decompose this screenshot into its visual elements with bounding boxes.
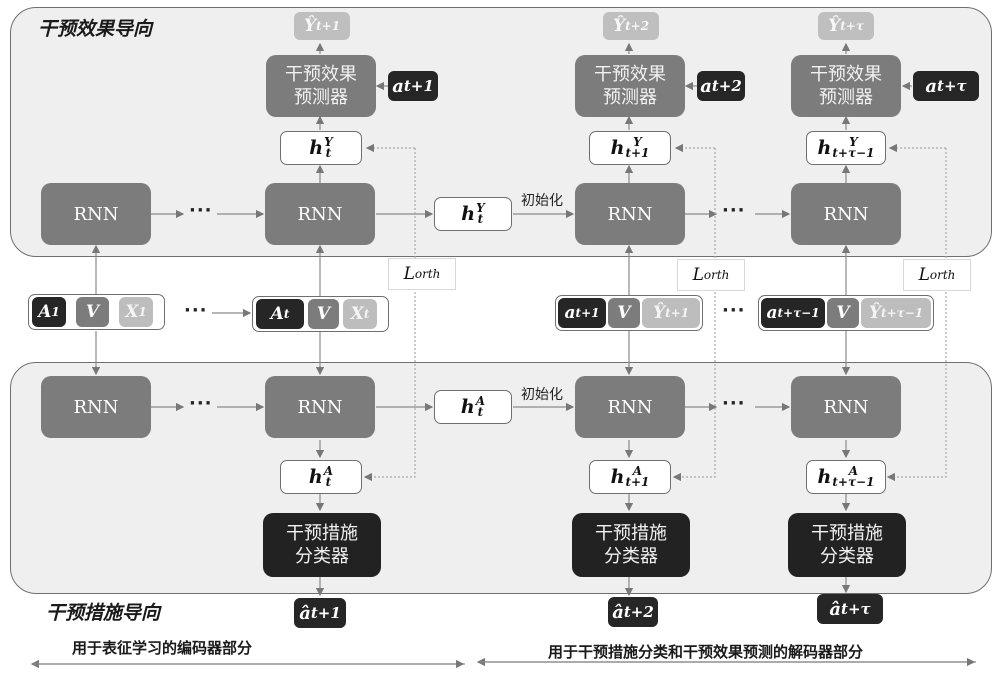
treatment-classifier-2: 干预措施 分类器: [572, 513, 690, 577]
action-chip: a t+1: [558, 298, 606, 328]
orthogonal-loss-2: Lorth: [677, 259, 745, 291]
outcome-hidden-t: hYt: [280, 131, 362, 165]
encoder-rnn-treatment-t: RNN: [265, 376, 375, 438]
outcome-output-1: Ŷt+1: [294, 12, 350, 40]
encoder-section-label: 用于表征学习的编码器部分: [72, 639, 253, 657]
init-hidden-outcome: hYt: [434, 197, 512, 231]
treatment-chip: A1: [32, 297, 66, 327]
static-covariate-chip: V: [608, 298, 640, 328]
orthogonal-loss-1: Lorth: [388, 258, 456, 290]
decoder-section-label: 用于干预措施分类和干预效果预测的解码器部分: [548, 643, 864, 661]
covariate-chip: X1: [119, 297, 153, 327]
outcome-output-3: Ŷt+τ: [818, 12, 874, 40]
treatment-hidden-t: hAt: [280, 460, 362, 494]
input-group-decoder-1: a t+1 V Ŷt+1: [555, 295, 703, 331]
decoder-rnn-outcome-2: RNN: [791, 183, 901, 245]
static-covariate-chip: V: [308, 299, 339, 329]
predictor-action-input-1: a t+1: [388, 71, 438, 101]
init-label-treatment: 初始化: [521, 387, 563, 403]
static-covariate-chip: V: [827, 298, 859, 328]
treatment-hidden-ttau: h At+τ−1: [806, 460, 886, 494]
ellipsis: ···: [189, 393, 213, 414]
ellipsis: ···: [722, 200, 746, 221]
init-hidden-treatment: hAt: [434, 390, 512, 424]
input-group-1: A1 V X1: [28, 294, 165, 330]
encoder-rnn-treatment-1: RNN: [41, 376, 151, 438]
outcome-predictor-3: 干预效果 预测器: [791, 55, 901, 117]
orthogonal-loss-3: Lorth: [903, 259, 971, 291]
treatment-chip: At: [256, 299, 304, 329]
outcome-hidden-ttau: h Yt+τ−1: [806, 131, 886, 165]
classifier-output-1: â t+1: [294, 598, 346, 628]
predictor-action-input-2: a t+2: [697, 71, 745, 101]
predicted-outcome-chip: Ŷt+1: [642, 298, 700, 328]
decoder-rnn-treatment-2: RNN: [791, 376, 901, 438]
outcome-hidden-t1: h Yt+1: [589, 131, 671, 165]
classifier-output-2: â t+2: [608, 597, 658, 627]
static-covariate-chip: V: [76, 297, 109, 327]
encoder-rnn-outcome-t: RNN: [265, 183, 375, 245]
treatment-hidden-t1: h At+1: [589, 460, 671, 494]
outcome-output-2: Ŷt+2: [603, 12, 659, 40]
outcome-predictor-2: 干预效果 预测器: [575, 55, 685, 117]
ellipsis: ···: [189, 200, 213, 221]
encoder-rnn-outcome-1: RNN: [41, 183, 151, 245]
covariate-chip: Xt: [343, 299, 377, 329]
treatment-classifier-1: 干预措施 分类器: [263, 513, 381, 577]
input-group-t: At V Xt: [252, 296, 389, 332]
input-group-decoder-tau: a t+τ−1 V Ŷt+τ−1: [758, 295, 934, 331]
predicted-outcome-chip: Ŷt+τ−1: [861, 298, 931, 328]
outcome-predictor-1: 干预效果 预测器: [266, 55, 376, 117]
ellipsis: ···: [722, 300, 746, 321]
decoder-rnn-treatment-1: RNN: [575, 376, 685, 438]
predictor-action-input-3: a t+τ: [913, 71, 979, 101]
init-label-outcome: 初始化: [521, 193, 563, 209]
classifier-output-3: â t+τ: [817, 594, 883, 624]
ellipsis: ···: [184, 300, 208, 321]
ellipsis: ···: [722, 393, 746, 414]
decoder-rnn-outcome-1: RNN: [575, 183, 685, 245]
action-chip: a t+τ−1: [761, 298, 825, 328]
treatment-classifier-3: 干预措施 分类器: [788, 513, 906, 577]
